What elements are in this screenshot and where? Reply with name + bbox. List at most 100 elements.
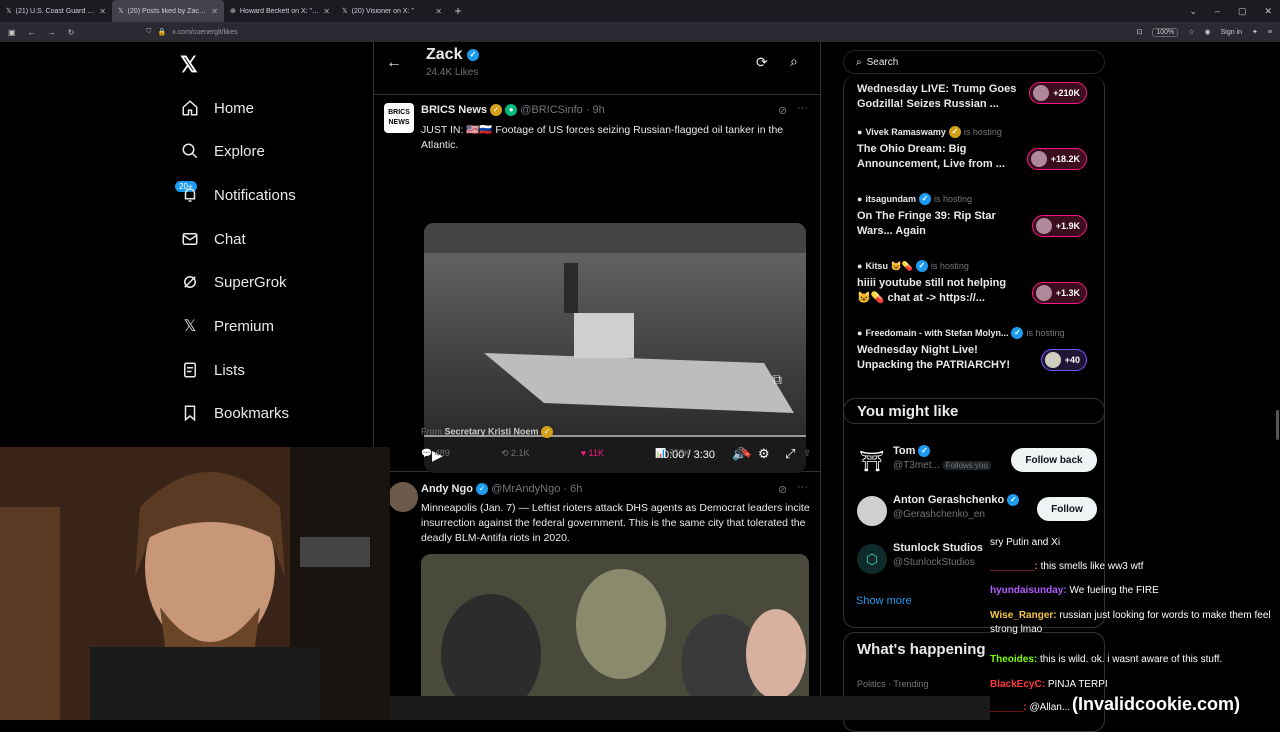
lock-icon: 🔒 [157,29,167,36]
screenshot-icon[interactable]: ⊡ [1136,28,1142,36]
listener-count-pill[interactable]: +18.2K [1026,148,1087,170]
browser-tab[interactable]: 𝕏 (20) Visioner on X: " ✕ [336,0,448,22]
home-icon [180,98,200,118]
grok-icon[interactable]: ⊘ [778,104,787,117]
follow-suggestion[interactable]: ⛩ Tom ✓ @T3met... Follows you Follow bac… [857,443,1097,479]
maximize-button[interactable]: ▢ [1238,6,1247,17]
profile-name: Zack ✓ [426,46,479,64]
sidebar-item-notifications[interactable]: Notifications [180,185,296,205]
sidebar-item-bookmarks[interactable]: Bookmarks [180,403,289,423]
space-item[interactable]: Wednesday LIVE: Trump Goes Godzilla! Sei… [857,78,1097,112]
url-bar[interactable]: ⛉ 🔒 x.com/cuenerglt/likes [146,25,1046,39]
listener-count-pill[interactable]: +1.3K [1031,282,1087,304]
browser-tab[interactable]: ⊕ Howard Beckett on X: "You ✕ [224,0,336,22]
avatar[interactable]: ⛩ [857,447,887,477]
signin-link[interactable]: Sign in [1221,29,1242,36]
sidebar-item-chat[interactable]: Chat [180,229,246,249]
space-item[interactable]: ● itsagundam ✓ is hosting On The Fringe 39:… [857,193,1097,239]
sidebar-item-lists[interactable]: Lists [180,360,245,380]
bell-icon [180,185,200,205]
live-spaces-panel: Wednesday LIVE: Trump Goes Godzilla! Sei… [843,76,1105,424]
refresh-icon[interactable]: ⟳ [756,54,768,71]
avatar[interactable] [388,482,418,512]
verified-badge-icon: ✓ [918,193,931,205]
bookmark-icon[interactable]: 🔖 [741,448,752,459]
list-icon [180,360,200,380]
verified-badge-icon: ✓ [466,48,479,61]
zoom-level[interactable]: 100% [1152,27,1179,37]
account-icon[interactable]: ◉ [1205,28,1211,36]
close-tab-icon[interactable]: ✕ [323,7,330,16]
forward-icon[interactable]: → [48,28,56,37]
follow-back-button[interactable]: Follow back [1011,448,1097,472]
browser-tab[interactable]: 𝕏(21) U.S. Coast Guard Seizes Ta✕ [0,0,112,22]
extensions-icon[interactable]: ✦ [1252,28,1258,36]
profile-header: ← Zack ✓ 24.4K Likes ⟳ ⌕ [374,42,820,92]
x-logo[interactable]: 𝕏 [180,52,198,78]
watermark-text: (Invalidcookie.com) [1072,694,1241,714]
x-tab-icon: 𝕏 [118,8,124,15]
sidebar-item-premium[interactable]: 𝕏 Premium [180,316,274,336]
sidebar-toggle-icon[interactable]: ▣ [8,28,16,37]
tweet[interactable]: Andy Ngo ✓ @MrAndyNgo · 6h ⊘ ··· Minneap… [374,472,820,720]
close-tab-icon[interactable]: ✕ [435,7,442,16]
avatar[interactable]: ⬡ [857,544,887,574]
scrollbar[interactable] [1276,410,1279,440]
star-icon[interactable]: ☆ [1188,28,1194,36]
tweet-text: JUST IN: 🇺🇸🇷🇺 Footage of US forces seizi… [421,124,784,151]
listener-count-pill[interactable]: +210K [1029,82,1087,104]
space-item[interactable]: ● Kitsu 😺💊 ✓ is hosting hiiii youtube still… [857,260,1097,306]
sidebar-item-home[interactable]: Home [180,98,254,118]
globe-tab-icon: ⊕ [230,8,236,15]
reload-icon[interactable]: ↻ [68,28,75,37]
follow-button[interactable]: Follow [1037,497,1097,521]
picture-in-picture-icon[interactable]: ⧉ [772,371,782,388]
video-source: From Secretary Kristi Noem ✓ [421,426,554,438]
avatar[interactable]: BRICS NEWS [384,103,414,133]
follow-suggestion[interactable]: Anton Gerashchenko ✓ @Gerashchenko_en Fo… [857,492,1097,528]
views-button[interactable]: 📊 778K [655,448,690,459]
chevron-down-icon[interactable]: ⌄ [1189,6,1197,17]
show-more-link[interactable]: Show more [856,595,912,607]
trend-category[interactable]: Politics · Trending [857,679,929,689]
retweet-button[interactable]: ⟲ 2.1K [501,448,530,459]
avatar [1044,352,1061,368]
more-options-icon[interactable]: ··· [797,102,808,114]
back-icon[interactable]: ← [28,28,36,37]
more-options-icon[interactable]: ··· [797,481,808,493]
new-tab-button[interactable]: + [448,4,468,18]
close-tab-icon[interactable]: ✕ [99,7,106,16]
like-button[interactable]: ♥ 11K [581,448,604,459]
sidebar-item-supergrok[interactable]: SuperGrok [180,272,287,292]
search-icon[interactable]: ⌕ [790,53,798,70]
search-input[interactable]: ⌕ Search [843,50,1105,74]
chat-message: hyundaisunday: We fueling the FIRE [990,585,1159,596]
space-item[interactable]: ● Vivek Ramaswamy ✓ is hosting The Ohio Dre… [857,126,1097,172]
affiliate-badge-icon: ● [505,104,518,117]
space-item[interactable]: ● Freedomain - with Stefan Molyn... ✓ is ho… [857,327,1097,373]
close-window-button[interactable]: ✕ [1264,6,1272,17]
tweet-text: Minneapolis (Jan. 7) — Leftist rioters a… [421,502,810,544]
minimize-button[interactable]: – [1215,6,1220,16]
tweet-header: BRICS News ✓ ● @BRICSinfo · 9h [421,104,605,117]
chat-message: ________: this smells like ww3 wtf [990,561,1144,572]
tweet[interactable]: BRICS NEWS BRICS News ✓ ● @BRICSinfo · 9h… [374,94,820,473]
url-text[interactable]: x.com/cuenerglt/likes [172,29,237,36]
host-avatar-icon: ● [857,127,863,137]
menu-icon[interactable]: ≡ [1268,29,1272,36]
listener-count-pill[interactable]: +1.9K [1031,215,1087,237]
close-tab-icon[interactable]: ✕ [211,7,218,16]
reply-button[interactable]: 💬 489 [421,448,450,459]
browser-tab-active[interactable]: 𝕏(20) Posts liked by Zack (@bsr✕ [112,0,224,22]
verified-badge-icon: ✓ [915,260,928,272]
avatar[interactable] [857,496,887,526]
back-arrow-icon[interactable]: ← [386,54,402,72]
verified-badge-icon: ✓ [476,483,489,496]
likes-count: 24.4K Likes [426,67,479,78]
verified-badge-icon: ✓ [1011,327,1024,339]
share-icon[interactable]: ⇪ [803,448,811,459]
x-tab-icon: 𝕏 [342,8,348,15]
grok-icon[interactable]: ⊘ [778,483,787,496]
listener-count-pill[interactable]: +40 [1040,349,1087,371]
sidebar-item-explore[interactable]: Explore [180,141,265,161]
